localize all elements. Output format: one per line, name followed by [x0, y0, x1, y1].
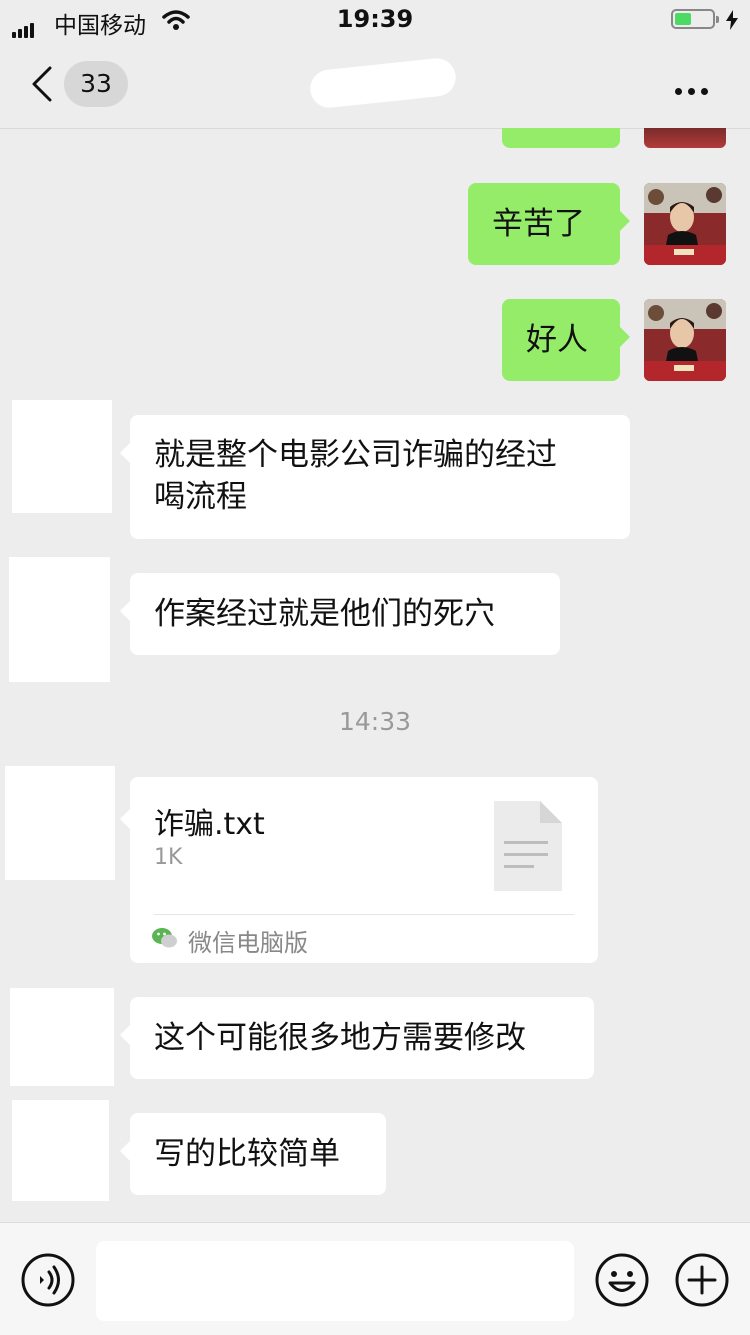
voice-icon[interactable]: [20, 1252, 76, 1308]
incoming-message[interactable]: 作案经过就是他们的死穴: [120, 573, 560, 655]
unread-count-badge[interactable]: 33: [64, 61, 128, 107]
message-text: 辛苦了: [492, 206, 585, 242]
avatar-self[interactable]: [644, 299, 726, 381]
avatar-contact[interactable]: [10, 988, 114, 1086]
input-toolbar: [0, 1222, 750, 1335]
message-text: 好人: [526, 322, 588, 358]
outgoing-message[interactable]: 好人: [502, 299, 630, 381]
clock: 19:39: [336, 5, 414, 33]
avatar-contact[interactable]: [12, 1100, 109, 1201]
redacted-chat-title: [308, 56, 458, 110]
file-message[interactable]: 诈骗.txt 1K 微信电脑版: [120, 777, 598, 963]
incoming-message[interactable]: 这个可能很多地方需要修改: [120, 997, 594, 1079]
incoming-message[interactable]: 就是整个电影公司诈骗的经过 喝流程: [120, 415, 630, 539]
message-text-line: 就是整个电影公司诈骗的经过: [154, 437, 557, 473]
outgoing-message[interactable]: 辛苦了: [468, 183, 630, 265]
file-name: 诈骗.txt: [154, 807, 265, 842]
emoji-icon[interactable]: [594, 1252, 650, 1308]
avatar-self[interactable]: [644, 183, 726, 265]
message-input[interactable]: [96, 1241, 574, 1321]
avatar-contact[interactable]: [9, 557, 110, 682]
chat-timestamp: 14:33: [338, 707, 412, 736]
wechat-icon: [152, 928, 177, 948]
more-dots-icon[interactable]: [675, 80, 714, 99]
charging-bolt-icon: [726, 10, 738, 30]
message-text: 作案经过就是他们的死穴: [154, 596, 495, 632]
divider: [154, 914, 574, 915]
status-bar: 中国移动 19:39: [0, 0, 750, 40]
chat-header: 33: [0, 40, 750, 129]
battery-icon: [671, 9, 719, 29]
file-source-label: 微信电脑版: [188, 929, 308, 957]
message-text: 写的比较简单: [154, 1136, 340, 1172]
previous-outgoing-bubble[interactable]: [502, 128, 620, 148]
plus-icon[interactable]: [674, 1252, 730, 1308]
document-icon: [494, 801, 562, 891]
incoming-message[interactable]: 写的比较简单: [120, 1113, 386, 1195]
back-chevron-icon[interactable]: [30, 66, 54, 102]
avatar-contact[interactable]: [5, 766, 115, 880]
file-size: 1K: [154, 845, 183, 870]
message-text: 这个可能很多地方需要修改: [154, 1020, 526, 1056]
avatar-contact[interactable]: [12, 400, 112, 513]
message-text-line: 喝流程: [154, 479, 247, 515]
avatar-self[interactable]: [644, 128, 726, 148]
